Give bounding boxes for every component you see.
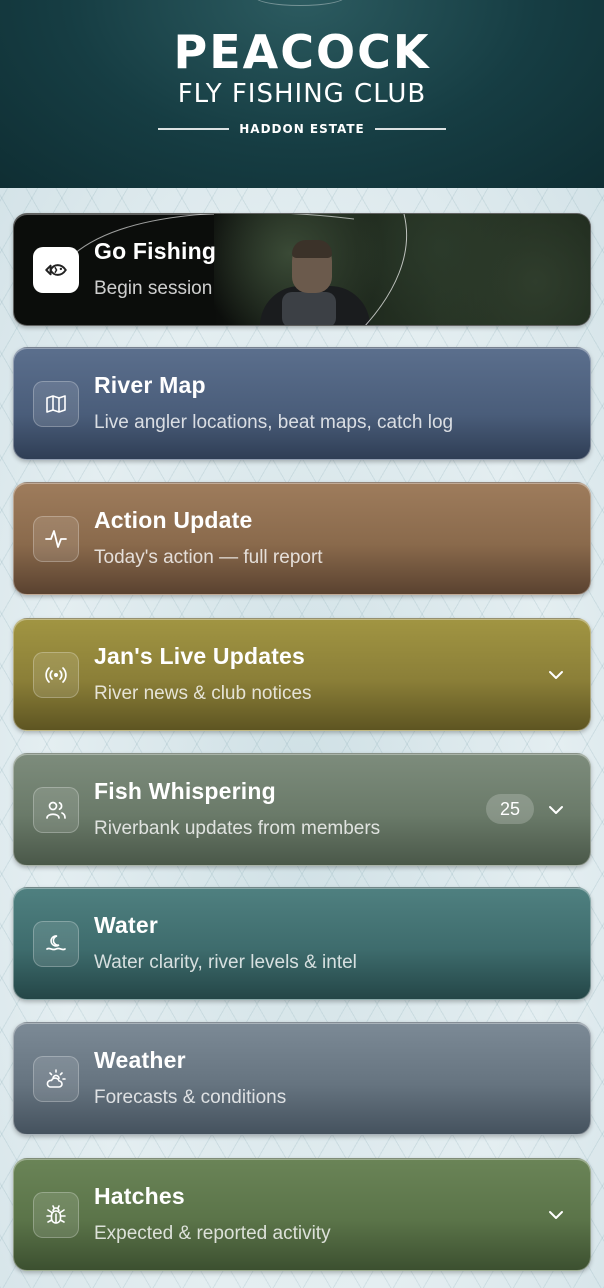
card-subtitle: Expected & reported activity	[94, 1223, 331, 1244]
update-count-badge: 25	[486, 794, 534, 824]
water-card[interactable]: Water Water clarity, river levels & inte…	[13, 887, 591, 1000]
bug-icon	[46, 1205, 66, 1224]
divider-left	[158, 128, 230, 130]
water-icon	[46, 935, 66, 951]
club-name: PEACOCK	[173, 25, 431, 79]
chevron-down-icon[interactable]	[546, 800, 566, 820]
estate-name: HADDON ESTATE	[239, 122, 365, 136]
card-title: Action Update	[94, 507, 253, 533]
card-subtitle: Live angler locations, beat maps, catch …	[94, 412, 454, 433]
card-title: River Map	[94, 372, 206, 398]
weather-icon	[46, 1069, 66, 1088]
fish-icon	[45, 264, 67, 276]
card-title: Go Fishing	[94, 238, 217, 264]
action-update-card[interactable]: Action Update Today's action — full repo…	[13, 482, 591, 595]
club-subtitle: FLY FISHING CLUB	[177, 79, 427, 109]
hatches-icon-box	[33, 1192, 79, 1238]
action-update-icon-box	[33, 516, 79, 562]
chevron-down-icon[interactable]	[546, 665, 566, 685]
card-title: Water	[94, 912, 159, 938]
go-fishing-icon-box	[33, 247, 79, 293]
weather-card[interactable]: Weather Forecasts & conditions	[13, 1022, 591, 1135]
card-subtitle: Forecasts & conditions	[94, 1087, 287, 1108]
card-subtitle: Today's action — full report	[94, 547, 323, 568]
go-fishing-card[interactable]: Go Fishing Begin session	[13, 213, 591, 326]
card-subtitle: Water clarity, river levels & intel	[94, 952, 357, 973]
hatches-card[interactable]: Hatches Expected & reported activity	[13, 1158, 591, 1271]
card-subtitle: Riverbank updates from members	[94, 818, 381, 839]
fish-whispering-icon-box	[33, 787, 79, 833]
club-header: PEACOCK FLY FISHING CLUB HADDON ESTATE	[0, 0, 604, 188]
activity-icon	[45, 530, 67, 548]
fish-whispering-card[interactable]: Fish Whispering Riverbank updates from m…	[13, 753, 591, 866]
water-icon-box	[33, 921, 79, 967]
card-title: Fish Whispering	[94, 778, 276, 804]
card-title: Weather	[94, 1047, 186, 1073]
card-title: Jan's Live Updates	[94, 643, 306, 669]
card-subtitle: Begin session	[94, 278, 213, 299]
river-map-card[interactable]: River Map Live angler locations, beat ma…	[13, 347, 591, 460]
jans-live-updates-icon-box	[33, 652, 79, 698]
map-icon	[46, 395, 66, 413]
divider-right	[374, 128, 447, 130]
estate-label: HADDON ESTATE	[158, 120, 447, 138]
card-subtitle: River news & club notices	[94, 683, 312, 704]
jans-live-updates-card[interactable]: Jan's Live Updates River news & club not…	[13, 618, 591, 731]
broadcast-icon	[45, 667, 67, 683]
chevron-down-icon[interactable]	[546, 1205, 566, 1225]
weather-icon-box	[33, 1056, 79, 1102]
card-title: Hatches	[94, 1183, 185, 1209]
river-map-icon-box	[33, 381, 79, 427]
users-icon	[46, 801, 66, 819]
header-decoration	[255, 0, 345, 6]
fishing-line	[73, 214, 408, 325]
